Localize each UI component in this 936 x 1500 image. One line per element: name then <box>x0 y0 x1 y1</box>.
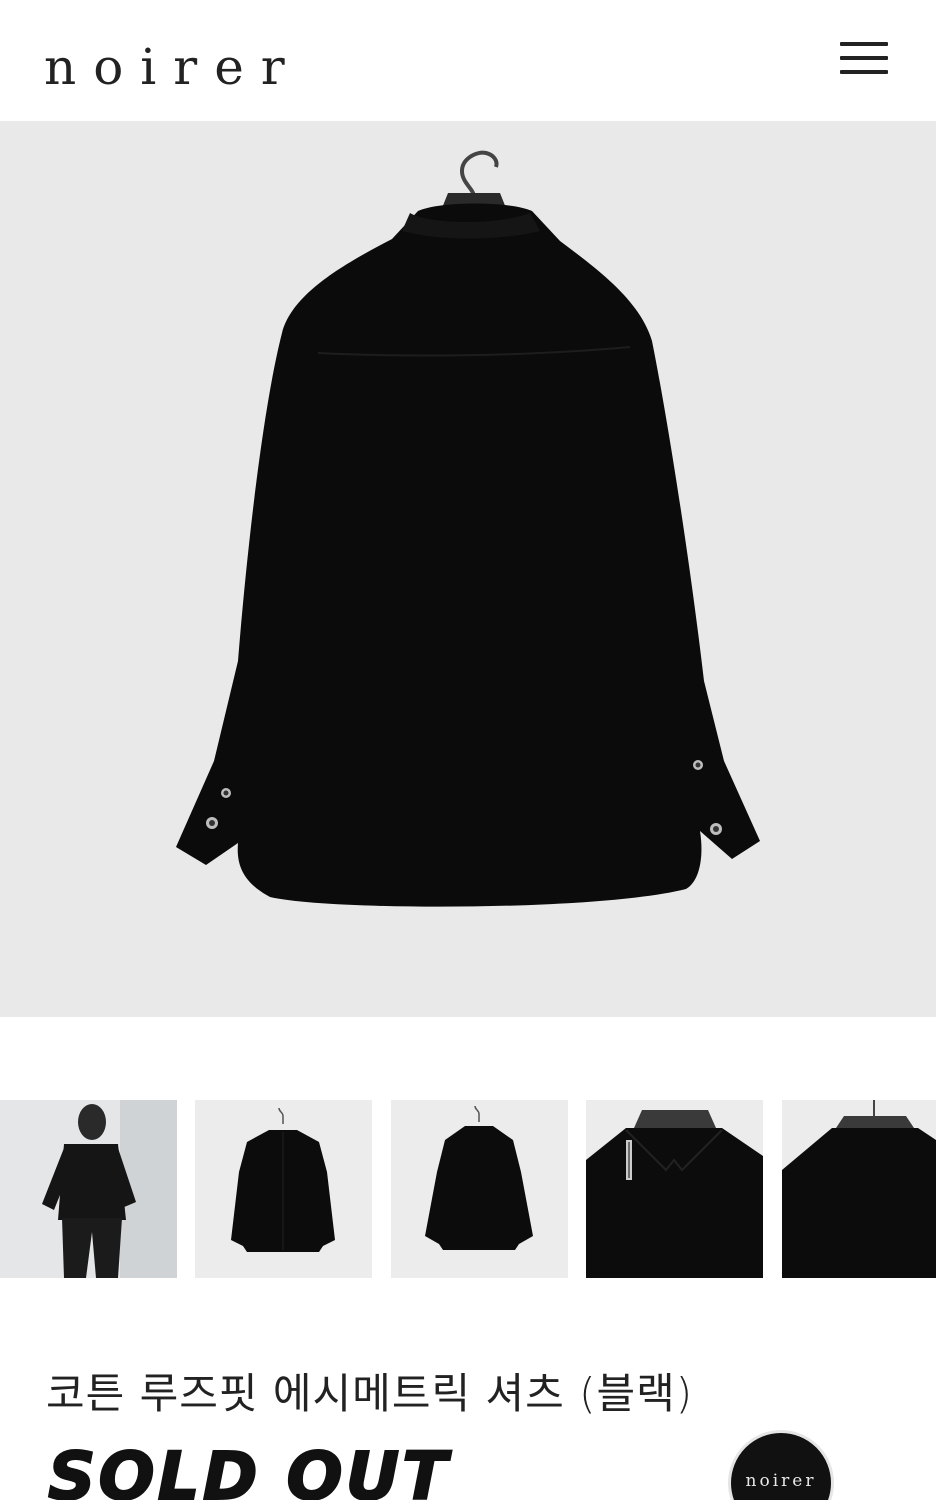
thumbnail-back-collar-detail[interactable] <box>782 1100 936 1278</box>
thumbnail-back[interactable] <box>391 1100 568 1278</box>
site-logo[interactable]: noirer <box>44 22 302 112</box>
shirt-back-illustration <box>176 150 760 907</box>
thumbnail-front[interactable] <box>195 1100 372 1278</box>
thumbnail-collar-detail[interactable] <box>586 1100 763 1278</box>
product-page: noirer 코튼 루즈핏 에시메트릭 셔츠 (블랙) SOLD OUT noi… <box>0 0 936 1500</box>
site-header: noirer <box>0 0 936 122</box>
thumbnail-strip <box>0 1100 936 1278</box>
floating-button-label: noirer <box>745 1471 817 1491</box>
thumbnail-model[interactable] <box>0 1100 177 1278</box>
floating-brand-button[interactable]: noirer <box>728 1430 834 1500</box>
sold-out-badge: SOLD OUT <box>47 1437 451 1500</box>
product-title: 코튼 루즈핏 에시메트릭 셔츠 (블랙) <box>46 1369 694 1418</box>
hamburger-menu-icon[interactable] <box>838 40 890 76</box>
close-icon[interactable] <box>44 0 88 10</box>
main-product-image[interactable] <box>0 121 936 1017</box>
